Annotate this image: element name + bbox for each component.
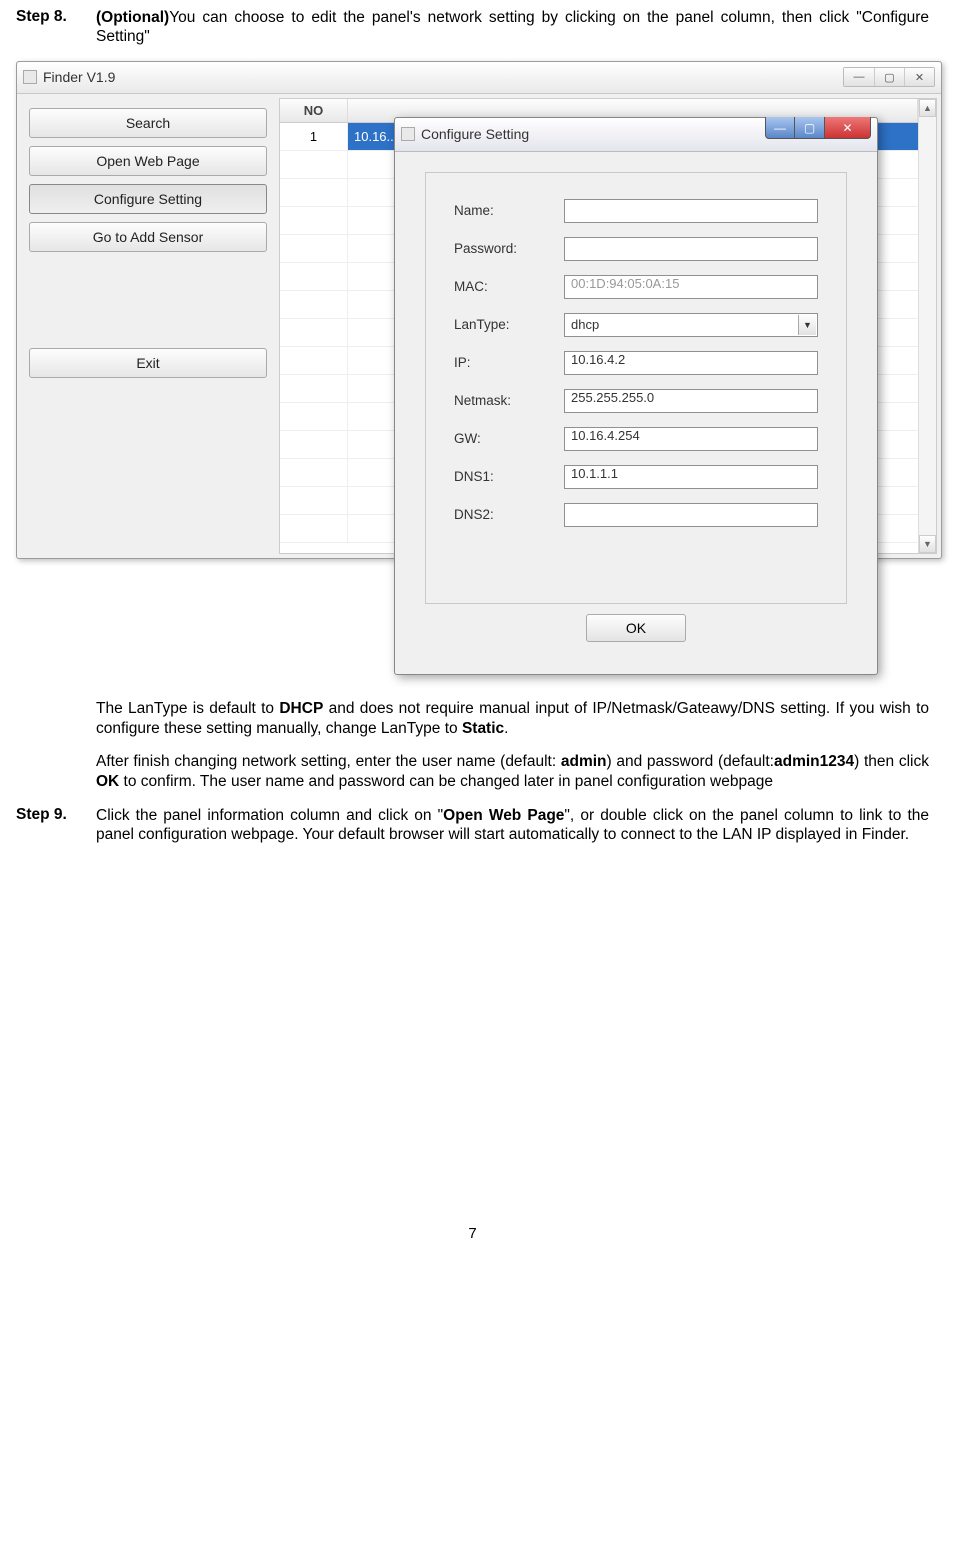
dns2-input[interactable] [564, 503, 818, 527]
paragraph-credentials: After finish changing network setting, e… [96, 752, 929, 792]
mac-input: 00:1D:94:05:0A:15 [564, 275, 818, 299]
open-web-page-button[interactable]: Open Web Page [29, 146, 267, 176]
finder-sidebar: Search Open Web Page Configure Setting G… [21, 98, 275, 554]
minimize-button[interactable]: — [844, 68, 874, 86]
name-label: Name: [454, 203, 564, 218]
gw-label: GW: [454, 431, 564, 446]
password-label: Password: [454, 241, 564, 256]
exit-button[interactable]: Exit [29, 348, 267, 378]
page-number: 7 [16, 1225, 929, 1272]
netmask-input[interactable]: 255.255.255.0 [564, 389, 818, 413]
search-button[interactable]: Search [29, 108, 267, 138]
dialog-minimize-button[interactable]: — [765, 117, 795, 139]
go-to-add-sensor-button[interactable]: Go to Add Sensor [29, 222, 267, 252]
dialog-maximize-button[interactable]: ▢ [795, 117, 825, 139]
col-header-no: NO [280, 99, 348, 122]
config-window-controls: — ▢ ✕ [765, 117, 871, 139]
dialog-close-button[interactable]: ✕ [825, 117, 871, 139]
scroll-up-icon[interactable]: ▲ [919, 99, 936, 117]
mac-label: MAC: [454, 279, 564, 294]
name-input[interactable] [564, 199, 818, 223]
netmask-label: Netmask: [454, 393, 564, 408]
app-icon [23, 70, 37, 84]
gw-input[interactable]: 10.16.4.254 [564, 427, 818, 451]
chevron-down-icon: ▼ [798, 315, 816, 335]
dns1-label: DNS1: [454, 469, 564, 484]
step-8: Step 8. (Optional)You can choose to edit… [16, 8, 929, 47]
scroll-down-icon[interactable]: ▼ [919, 535, 936, 553]
lantype-label: LanType: [454, 317, 564, 332]
finder-window-controls: — ▢ ✕ [843, 67, 935, 87]
step-9-label: Step 9. [16, 806, 96, 845]
ok-button[interactable]: OK [586, 614, 686, 642]
config-title: Configure Setting [421, 126, 529, 142]
step-8-body: (Optional)You can choose to edit the pan… [96, 8, 929, 47]
vertical-scrollbar[interactable]: ▲ ▼ [918, 99, 936, 553]
ip-label: IP: [454, 355, 564, 370]
paragraph-lantype: The LanType is default to DHCP and does … [96, 699, 929, 739]
step-8-optional: (Optional) [96, 9, 169, 26]
config-titlebar: Configure Setting — ▢ ✕ [395, 118, 877, 152]
configure-setting-dialog: Configure Setting — ▢ ✕ Name: Password: … [394, 117, 878, 675]
step-8-text: You can choose to edit the panel's netwo… [96, 9, 929, 45]
close-button[interactable]: ✕ [904, 68, 934, 86]
password-input[interactable] [564, 237, 818, 261]
lantype-value: dhcp [571, 317, 599, 332]
step-9: Step 9. Click the panel information colu… [16, 806, 929, 845]
step-9-body: Click the panel information column and c… [96, 806, 929, 845]
configure-setting-button[interactable]: Configure Setting [29, 184, 267, 214]
finder-titlebar: Finder V1.9 — ▢ ✕ [17, 62, 941, 94]
lantype-select[interactable]: dhcp ▼ [564, 313, 818, 337]
finder-title: Finder V1.9 [43, 69, 115, 85]
step-8-label: Step 8. [16, 8, 96, 47]
dialog-app-icon [401, 127, 415, 141]
dns1-input[interactable]: 10.1.1.1 [564, 465, 818, 489]
screenshot-block: Finder V1.9 — ▢ ✕ Search Open Web Page C… [16, 61, 929, 677]
dns2-label: DNS2: [454, 507, 564, 522]
maximize-button[interactable]: ▢ [874, 68, 904, 86]
cell-no: 1 [280, 123, 348, 150]
ip-input[interactable]: 10.16.4.2 [564, 351, 818, 375]
